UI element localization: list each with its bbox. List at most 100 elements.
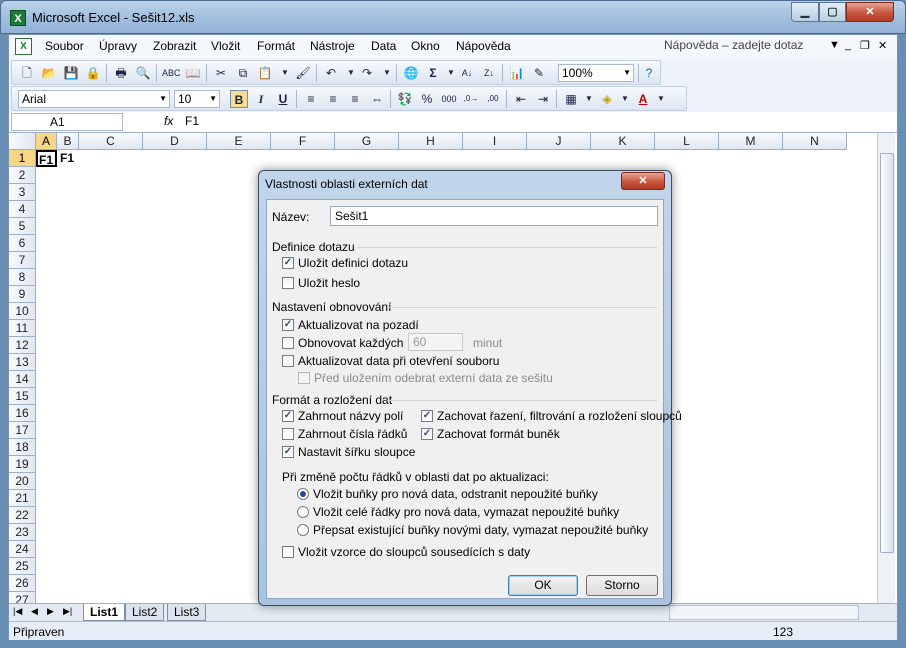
align-left-icon[interactable]: ≡ bbox=[302, 90, 320, 108]
horizontal-scrollbar[interactable] bbox=[669, 605, 859, 620]
column-header-d[interactable]: D bbox=[143, 133, 207, 150]
spelling-icon[interactable]: ABC bbox=[162, 64, 181, 82]
paste-icon[interactable]: 📋 bbox=[256, 64, 274, 82]
permission-icon[interactable]: 🔒 bbox=[84, 64, 102, 82]
dialog-close-button[interactable]: ✕ bbox=[621, 172, 665, 190]
remove-data-before-save-checkbox[interactable] bbox=[298, 372, 310, 384]
insert-cells-radio[interactable] bbox=[297, 488, 309, 500]
underline-icon[interactable]: U bbox=[274, 90, 292, 108]
insert-function-icon[interactable]: fx bbox=[164, 114, 173, 128]
column-header-l[interactable]: L bbox=[655, 133, 719, 150]
open-icon[interactable]: 📂 bbox=[40, 64, 58, 82]
print-icon[interactable]: 🖶 bbox=[112, 64, 130, 82]
align-center-icon[interactable]: ≡ bbox=[324, 90, 342, 108]
insert-rows-radio[interactable] bbox=[297, 506, 309, 518]
drawing-icon[interactable]: ✎ bbox=[530, 64, 548, 82]
column-header-g[interactable]: G bbox=[335, 133, 399, 150]
row-header-9[interactable]: 9 bbox=[9, 286, 36, 303]
column-header-m[interactable]: M bbox=[719, 133, 783, 150]
name-input[interactable]: Sešit1 bbox=[330, 206, 658, 226]
decrease-indent-icon[interactable]: ⇤ bbox=[512, 90, 530, 108]
refresh-on-open-checkbox[interactable] bbox=[282, 355, 294, 367]
font-size-dropdown-icon[interactable]: ▼ bbox=[209, 91, 217, 107]
formula-input[interactable]: F1 bbox=[185, 114, 199, 128]
menu-nastroje[interactable]: Nástroje bbox=[310, 39, 355, 53]
row-header-2[interactable]: 2 bbox=[9, 167, 36, 184]
preserve-cell-format-checkbox[interactable]: ✓ bbox=[421, 428, 433, 440]
row-header-12[interactable]: 12 bbox=[9, 337, 36, 354]
vertical-scroll-thumb[interactable] bbox=[880, 153, 894, 553]
menu-soubor[interactable]: Soubor bbox=[45, 39, 84, 53]
borders-icon[interactable]: ▦ bbox=[562, 90, 580, 108]
font-size-combo[interactable]: 10 ▼ bbox=[174, 90, 220, 108]
minimize-button[interactable]: ▁ bbox=[791, 2, 819, 22]
help-dropdown-icon[interactable]: ▼ bbox=[829, 39, 840, 51]
row-header-19[interactable]: 19 bbox=[9, 456, 36, 473]
fill-formulas-checkbox[interactable] bbox=[282, 546, 294, 558]
doc-restore-icon[interactable]: ❐ bbox=[860, 39, 870, 52]
redo-icon[interactable]: ↷ bbox=[358, 64, 376, 82]
cell-a1[interactable]: F1 bbox=[36, 150, 57, 167]
row-header-26[interactable]: 26 bbox=[9, 575, 36, 592]
include-row-numbers-checkbox[interactable] bbox=[282, 428, 294, 440]
row-header-24[interactable]: 24 bbox=[9, 541, 36, 558]
refresh-every-checkbox[interactable] bbox=[282, 337, 294, 349]
thousands-icon[interactable]: 000 bbox=[440, 90, 458, 108]
row-header-22[interactable]: 22 bbox=[9, 507, 36, 524]
name-box[interactable]: A1 bbox=[11, 113, 123, 131]
column-header-i[interactable]: I bbox=[463, 133, 527, 150]
menu-zobrazit[interactable]: Zobrazit bbox=[153, 39, 196, 53]
menu-napoveda[interactable]: Nápověda bbox=[456, 39, 511, 53]
sort-ascending-icon[interactable]: A↓ bbox=[458, 64, 476, 82]
menu-vlozit[interactable]: Vložit bbox=[211, 39, 240, 53]
help-search-input[interactable]: Nápověda – zadejte dotaz bbox=[664, 38, 824, 55]
currency-icon[interactable]: 💱 bbox=[396, 90, 414, 108]
column-header-e[interactable]: E bbox=[207, 133, 271, 150]
new-icon[interactable]: 🗋 bbox=[18, 64, 36, 82]
first-sheet-icon[interactable]: |◀ bbox=[13, 606, 22, 617]
cut-icon[interactable]: ✂ bbox=[212, 64, 230, 82]
font-color-icon[interactable]: A bbox=[634, 90, 652, 108]
undo-icon[interactable]: ↶ bbox=[322, 64, 340, 82]
row-header-4[interactable]: 4 bbox=[9, 201, 36, 218]
row-header-11[interactable]: 11 bbox=[9, 320, 36, 337]
sheet-tab-list3[interactable]: List3 bbox=[167, 604, 207, 621]
row-header-21[interactable]: 21 bbox=[9, 490, 36, 507]
row-header-18[interactable]: 18 bbox=[9, 439, 36, 456]
column-header-k[interactable]: K bbox=[591, 133, 655, 150]
bold-icon[interactable]: B bbox=[230, 90, 248, 108]
fill-color-icon[interactable]: ◈ bbox=[598, 90, 616, 108]
print-preview-icon[interactable]: 🔍 bbox=[134, 64, 152, 82]
column-header-a[interactable]: A bbox=[36, 133, 57, 150]
ok-button[interactable]: OK bbox=[508, 575, 578, 596]
menu-okno[interactable]: Okno bbox=[411, 39, 440, 53]
vertical-scrollbar[interactable] bbox=[877, 133, 895, 603]
row-header-8[interactable]: 8 bbox=[9, 269, 36, 286]
font-color-dropdown-icon[interactable]: ▼ bbox=[652, 90, 670, 108]
zoom-dropdown-icon[interactable]: ▼ bbox=[623, 65, 631, 81]
font-combo[interactable]: Arial ▼ bbox=[18, 90, 170, 108]
redo-dropdown-icon[interactable]: ▼ bbox=[378, 64, 396, 82]
row-header-17[interactable]: 17 bbox=[9, 422, 36, 439]
menu-data[interactable]: Data bbox=[371, 39, 396, 53]
font-dropdown-icon[interactable]: ▼ bbox=[159, 91, 167, 107]
next-sheet-icon[interactable]: ▶ bbox=[47, 606, 54, 617]
merge-center-icon[interactable]: ⇔ bbox=[368, 90, 386, 108]
row-header-7[interactable]: 7 bbox=[9, 252, 36, 269]
column-header-n[interactable]: N bbox=[783, 133, 847, 150]
paste-dropdown-icon[interactable]: ▼ bbox=[276, 64, 294, 82]
borders-dropdown-icon[interactable]: ▼ bbox=[580, 90, 598, 108]
chart-wizard-icon[interactable]: 📊 bbox=[508, 64, 526, 82]
sheet-tab-list1[interactable]: List1 bbox=[83, 604, 126, 621]
percent-icon[interactable]: % bbox=[418, 90, 436, 108]
sort-descending-icon[interactable]: Z↓ bbox=[480, 64, 498, 82]
save-icon[interactable]: 💾 bbox=[62, 64, 80, 82]
row-header-20[interactable]: 20 bbox=[9, 473, 36, 490]
autosum-icon[interactable]: Σ bbox=[424, 64, 442, 82]
row-header-10[interactable]: 10 bbox=[9, 303, 36, 320]
menu-format[interactable]: Formát bbox=[257, 39, 295, 53]
row-header-13[interactable]: 13 bbox=[9, 354, 36, 371]
doc-close-icon[interactable]: ✕ bbox=[878, 39, 887, 52]
cell-b1[interactable]: F1 bbox=[59, 150, 81, 167]
italic-icon[interactable]: I bbox=[252, 90, 270, 108]
